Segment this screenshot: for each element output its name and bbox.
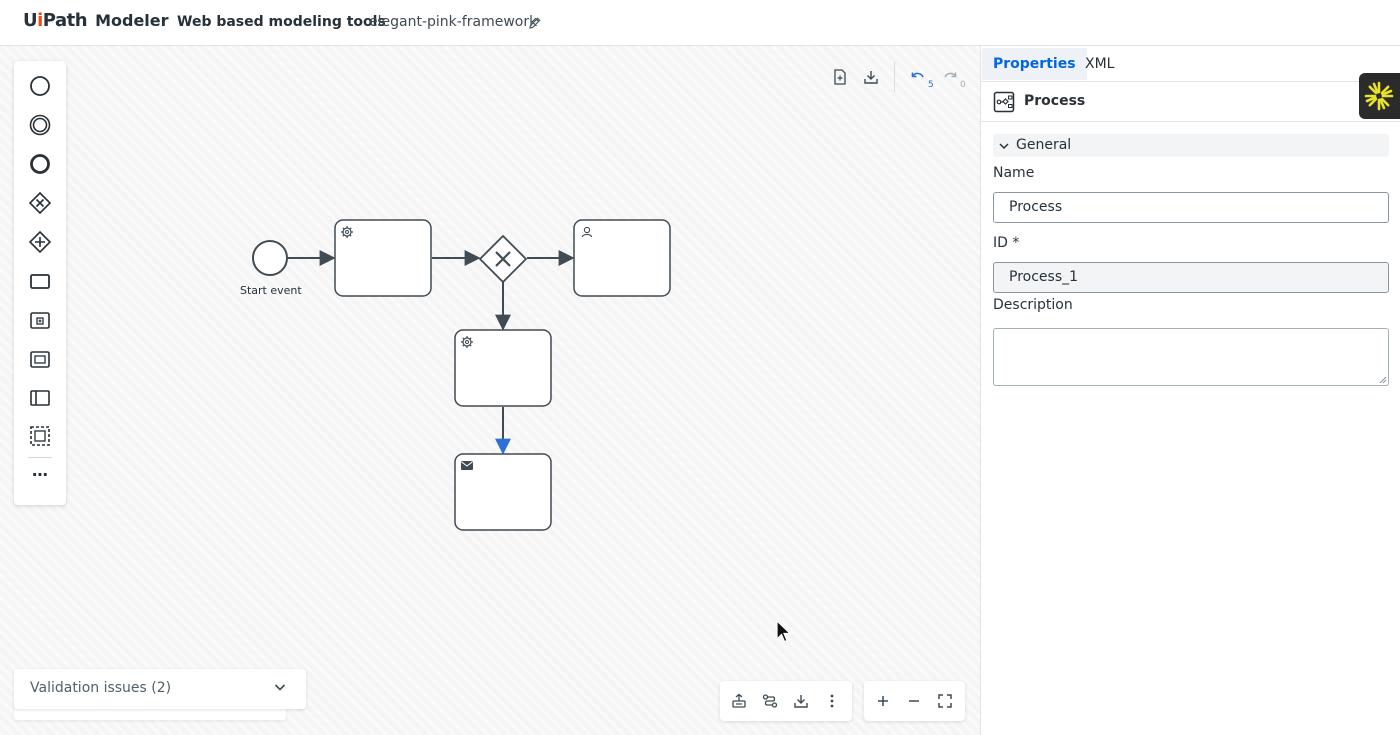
subprocess-icon[interactable] [28,309,52,333]
export-icon[interactable] [792,692,810,710]
assistant-widget[interactable] [1359,73,1400,119]
undo-count: 5 [928,80,934,90]
download-icon[interactable] [862,68,880,86]
toolbar-divider [894,62,895,92]
tidy-icon[interactable] [730,692,748,710]
fit-icon[interactable] [936,692,954,710]
brand-path-text: Path [42,10,88,31]
chevron-down-icon [274,684,286,691]
section-general-header[interactable]: General [993,134,1389,157]
more-icon[interactable]: ⋯ [28,467,52,488]
validation-panel-shadow [14,709,286,720]
zoom-out-icon[interactable] [905,692,923,710]
mouse-cursor-icon [776,620,792,643]
call-activity-icon[interactable] [28,348,52,372]
new-file-icon[interactable] [831,68,849,86]
intermediate-event-icon[interactable] [28,113,52,137]
brand-product-text: Modeler [95,11,169,30]
redo-icon[interactable] [941,68,959,86]
pool-icon[interactable] [28,386,52,410]
connect-icon[interactable] [761,692,779,710]
zoom-toolbar [864,681,965,721]
start-event-icon[interactable] [28,74,52,98]
element-header: Process [981,82,1400,122]
name-label: Name [993,165,1035,181]
project-name: elegant-pink-framework [369,14,538,30]
group-icon[interactable] [28,424,52,448]
start-event-label: Start event [240,284,302,297]
brand-ui-text: Ui [23,10,43,31]
chevron-down-icon [999,143,1009,150]
panel-tabs: Properties XML [981,46,1400,82]
resize-grip-icon[interactable] [1377,374,1387,384]
redo-count: 0 [960,80,966,90]
end-event-icon[interactable] [28,152,52,176]
sparkle-icon [1364,81,1394,111]
diagram-actions-toolbar [720,681,852,721]
app-title: Web based modeling tools [177,14,386,30]
section-general-label: General [1016,137,1072,153]
process-icon [993,91,1015,113]
diagram-canvas[interactable] [0,46,980,735]
app-header: UiPath Modeler Web based modeling tools … [0,0,1400,46]
id-label: ID * [993,235,1020,251]
pencil-icon[interactable] [527,15,543,31]
validation-issues-label: Validation issues (2) [30,680,172,696]
brand-logo[interactable]: UiPath Modeler [23,10,169,31]
element-title: Process [1024,93,1086,109]
tab-xml[interactable]: XML [1074,48,1125,80]
undo-icon[interactable] [909,68,927,86]
id-field[interactable]: Process_1 [993,262,1389,293]
element-palette: ⋯ [14,61,66,505]
tab-properties[interactable]: Properties [982,48,1087,80]
description-field[interactable] [993,328,1389,386]
properties-panel: Properties XML Process General Name Proc… [980,46,1400,735]
parallel-gateway-icon[interactable] [28,230,52,254]
exclusive-gateway-icon[interactable] [28,191,52,215]
task-icon[interactable] [28,269,52,293]
zoom-in-icon[interactable] [874,692,892,710]
validation-issues-toggle[interactable]: Validation issues (2) [14,669,306,709]
palette-divider [28,457,52,458]
kebab-icon[interactable] [823,692,841,710]
name-field[interactable]: Process [993,192,1389,223]
description-label: Description [993,297,1073,313]
